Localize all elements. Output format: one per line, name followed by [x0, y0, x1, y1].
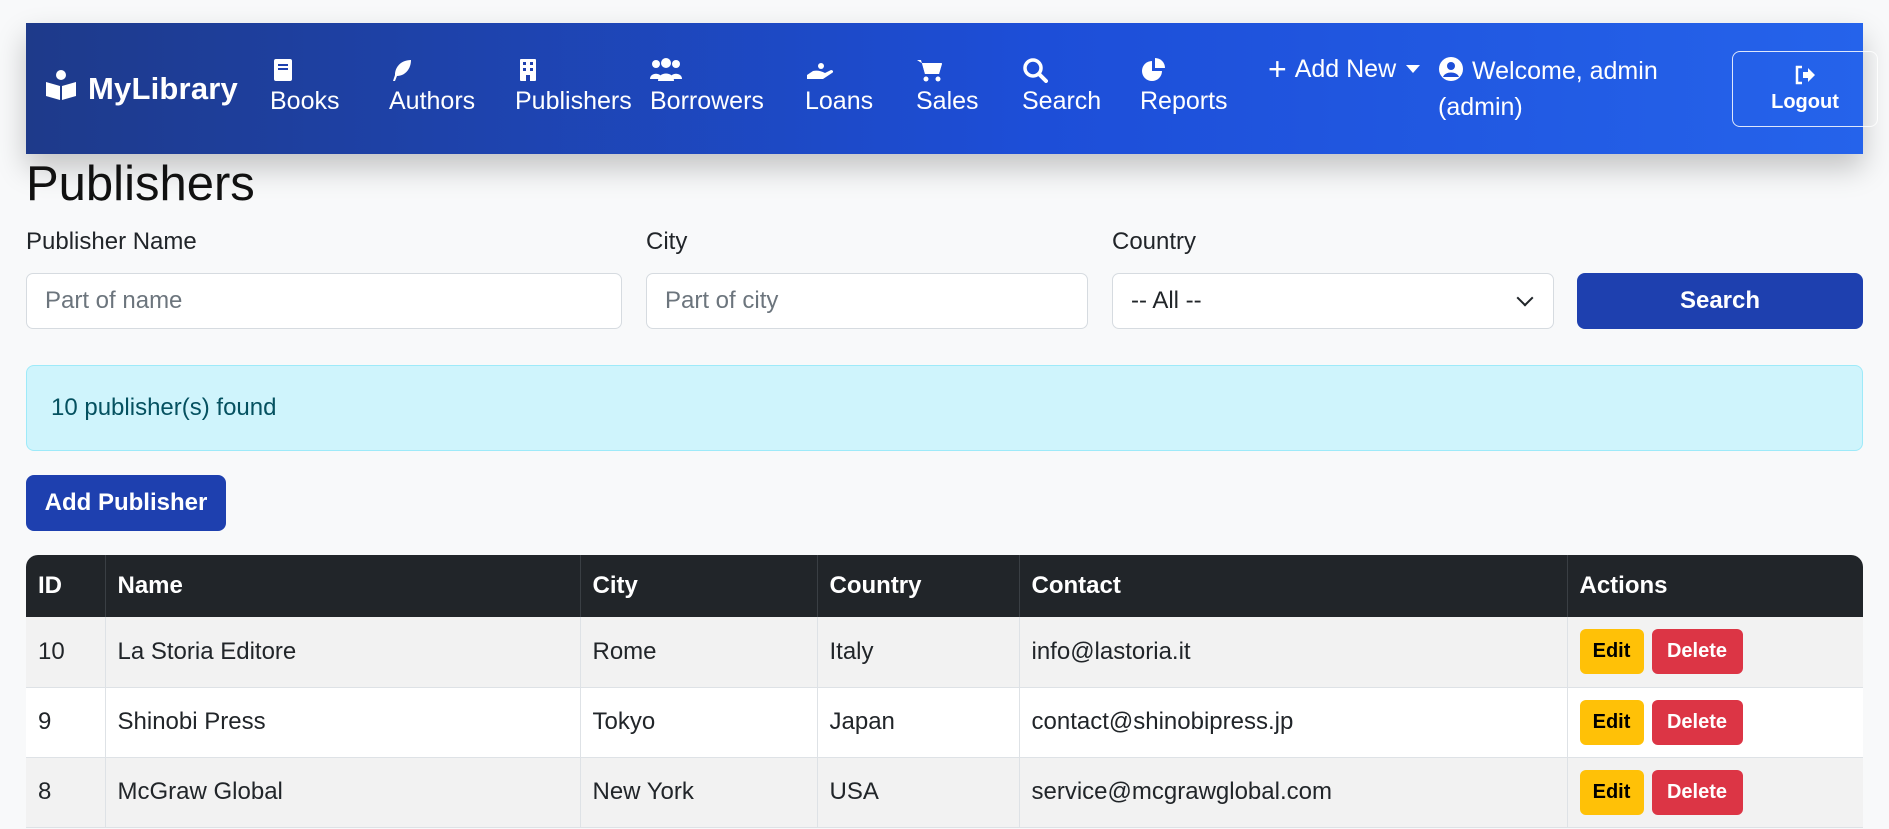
nav-books-label: Books [270, 87, 340, 115]
nav-reports-label: Reports [1140, 87, 1228, 115]
cell-id: 9 [26, 687, 106, 758]
col-header-name: Name [105, 555, 581, 617]
results-count: 10 publisher(s) found [51, 394, 277, 421]
cell-actions: Edit Delete [1567, 617, 1863, 688]
edit-button[interactable]: Edit [1579, 769, 1644, 815]
publisher-name-label: Publisher Name [26, 228, 197, 255]
brand[interactable]: MyLibrary [44, 23, 238, 154]
brand-name: MyLibrary [88, 70, 238, 106]
chevron-down-icon [1516, 289, 1534, 307]
country-select[interactable]: -- All -- [1112, 273, 1554, 329]
hand-holding-icon [805, 53, 835, 83]
search-icon [1022, 53, 1048, 83]
delete-button[interactable]: Delete [1651, 629, 1743, 675]
pie-chart-icon [1140, 53, 1166, 83]
user-circle-icon [1439, 57, 1463, 81]
book-icon [270, 53, 296, 83]
edit-button[interactable]: Edit [1579, 699, 1644, 745]
add-publisher-button[interactable]: Add Publisher [26, 475, 226, 531]
welcome-text: Welcome, admin (admin) [1438, 57, 1658, 121]
cell-contact: contact@shinobipress.jp [1019, 687, 1568, 758]
col-header-country: Country [817, 555, 1020, 617]
navbar: MyLibrary Books Authors Publishers Borro… [26, 23, 1878, 154]
user-welcome: Welcome, admin (admin) [1438, 53, 1678, 125]
sign-out-icon [1795, 65, 1815, 84]
country-selected-value: -- All -- [1131, 287, 1202, 314]
delete-button[interactable]: Delete [1651, 769, 1743, 815]
city-label: City [646, 228, 688, 255]
nav-borrowers-label: Borrowers [650, 87, 764, 115]
country-label: Country [1112, 228, 1197, 255]
cell-name: La Storia Editore [105, 617, 581, 688]
publishers-table: ID Name City Country Contact Actions 10 … [26, 555, 1863, 828]
logout-button[interactable]: Logout [1732, 51, 1878, 127]
add-new-dropdown[interactable]: + Add New [1268, 51, 1421, 87]
nav-books[interactable]: Books [270, 53, 339, 116]
col-header-actions: Actions [1567, 555, 1863, 617]
feather-icon [389, 53, 415, 83]
nav-loans-label: Loans [805, 87, 874, 115]
nav-borrowers[interactable]: Borrowers [650, 53, 764, 116]
nav-loans[interactable]: Loans [805, 53, 873, 116]
table-row: 9 Shinobi Press Tokyo Japan contact@shin… [26, 687, 1863, 758]
col-header-city: City [580, 555, 818, 617]
cell-city: New York [580, 757, 818, 828]
add-new-label: Add New [1294, 54, 1397, 83]
nav-sales[interactable]: Sales [916, 53, 979, 116]
nav-authors[interactable]: Authors [389, 53, 475, 116]
building-icon [515, 53, 541, 83]
page-title: Publishers [26, 157, 255, 211]
cell-actions: Edit Delete [1567, 687, 1863, 758]
cell-id: 8 [26, 757, 106, 828]
cart-icon [916, 53, 944, 83]
logout-label: Logout [1771, 90, 1839, 113]
users-icon [650, 53, 682, 83]
caret-down-icon [1406, 65, 1421, 73]
results-alert: 10 publisher(s) found [26, 365, 1863, 451]
nav-publishers-label: Publishers [515, 87, 632, 115]
cell-country: Japan [817, 687, 1020, 758]
cell-contact: service@mcgrawglobal.com [1019, 757, 1568, 828]
col-header-id: ID [26, 555, 106, 617]
nav-authors-label: Authors [389, 87, 476, 115]
book-open-reader-icon [44, 68, 78, 110]
nav-sales-label: Sales [916, 87, 979, 115]
delete-button[interactable]: Delete [1651, 699, 1743, 745]
city-input[interactable]: Part of city [646, 273, 1088, 329]
cell-city: Rome [580, 617, 818, 688]
cell-country: USA [817, 757, 1020, 828]
table-row: 8 McGraw Global New York USA service@mcg… [26, 757, 1863, 828]
cell-contact: info@lastoria.it [1019, 617, 1568, 688]
search-button[interactable]: Search [1577, 273, 1863, 329]
cell-id: 10 [26, 617, 106, 688]
col-header-contact: Contact [1019, 555, 1568, 617]
nav-search-label: Search [1022, 87, 1102, 115]
cell-name: McGraw Global [105, 757, 581, 828]
cell-actions: Edit Delete [1567, 757, 1863, 828]
plus-icon: + [1268, 51, 1287, 87]
cell-country: Italy [817, 617, 1020, 688]
nav-search[interactable]: Search [1022, 53, 1101, 116]
cell-name: Shinobi Press [105, 687, 581, 758]
nav-publishers[interactable]: Publishers [515, 53, 632, 116]
nav-reports[interactable]: Reports [1140, 53, 1228, 116]
publisher-name-input[interactable]: Part of name [26, 273, 622, 329]
cell-city: Tokyo [580, 687, 818, 758]
table-row: 10 La Storia Editore Rome Italy info@las… [26, 617, 1863, 688]
edit-button[interactable]: Edit [1579, 629, 1644, 675]
table-header-row: ID Name City Country Contact Actions [26, 555, 1863, 617]
